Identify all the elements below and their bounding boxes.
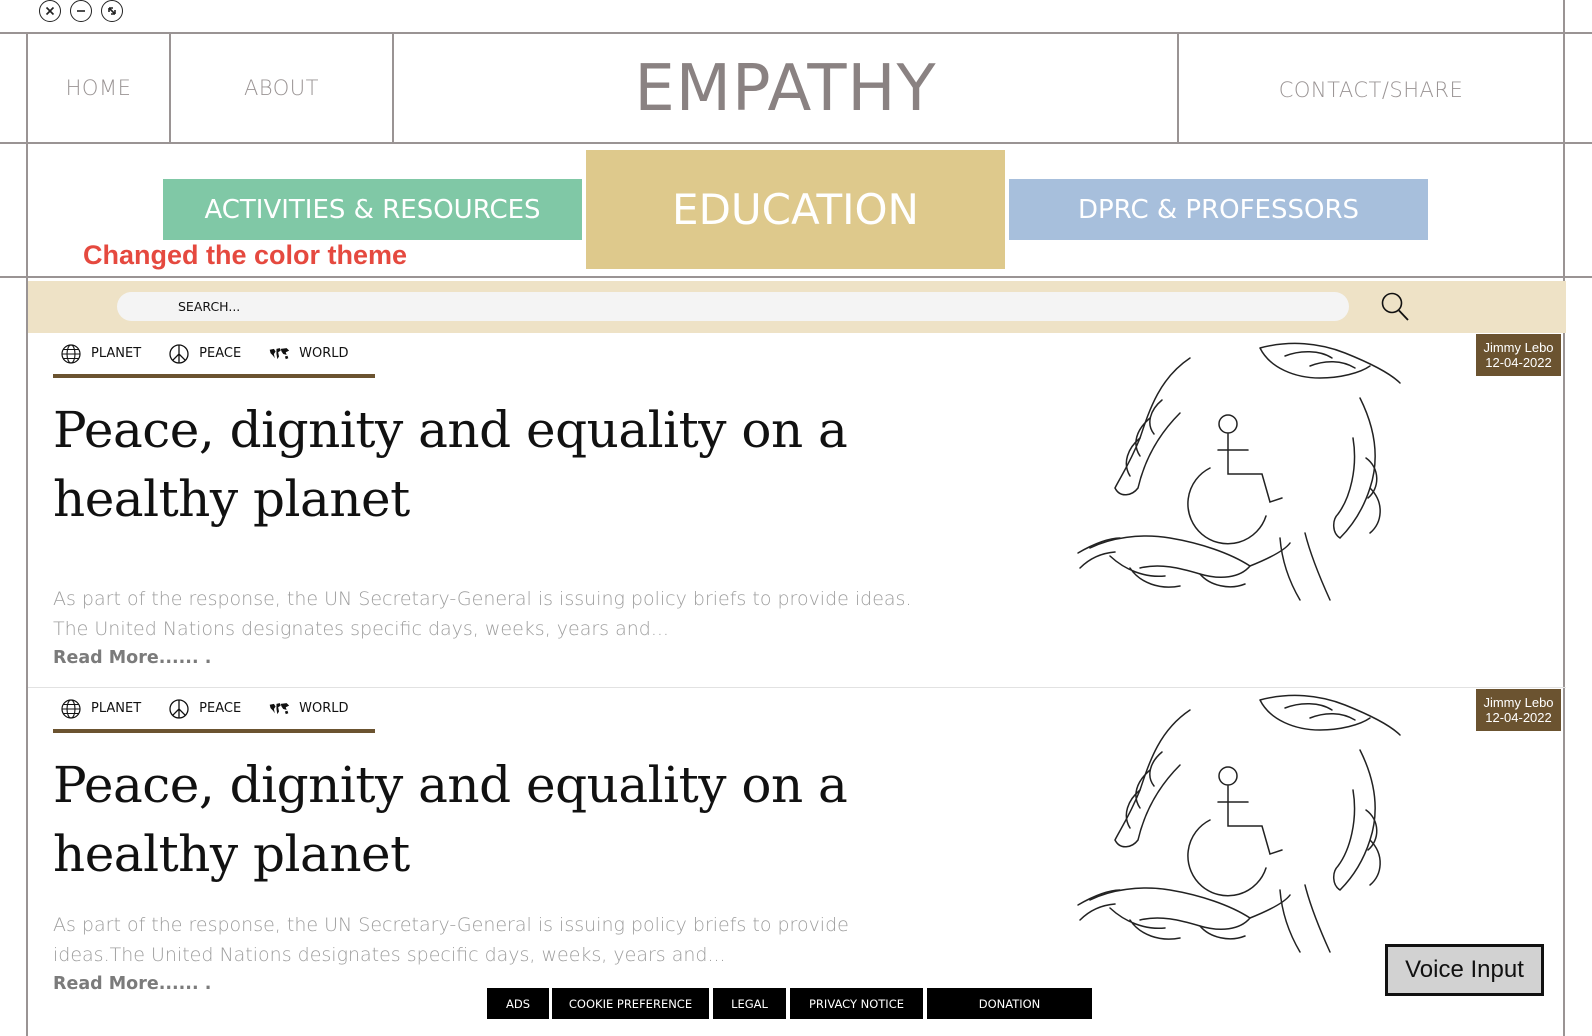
read-more-link[interactable]: Read More...... . <box>53 974 211 994</box>
article-tags: PLANET PEACE WORLD <box>53 333 375 378</box>
tag-peace[interactable]: PEACE <box>168 343 241 365</box>
header-bottom-border <box>0 142 1592 144</box>
tag-peace[interactable]: PEACE <box>168 698 241 720</box>
tag-world[interactable]: WORLD <box>268 698 349 720</box>
search-icon <box>1381 292 1409 321</box>
read-more-link[interactable]: Read More...... . <box>53 648 211 668</box>
tag-label: PEACE <box>199 701 242 716</box>
article-excerpt: As part of the response, the UN Secretar… <box>53 588 912 640</box>
footer-cookie-link[interactable]: COOKIE PREFERENCE <box>552 988 709 1019</box>
tag-world[interactable]: WORLD <box>268 343 349 365</box>
peace-icon <box>169 698 189 719</box>
annotation-note: Changed the color theme <box>83 240 408 270</box>
tab-education[interactable]: EDUCATION <box>586 150 1005 269</box>
publish-date: 12-04-2022 <box>1485 710 1552 725</box>
close-icon <box>45 6 55 16</box>
footer-ads-link[interactable]: ADS <box>487 988 549 1019</box>
author-name: Jimmy Lebo <box>1483 695 1554 710</box>
window-maximize-button[interactable] <box>101 0 123 22</box>
nav-contact-link[interactable]: CONTACT/SHARE <box>1179 78 1563 102</box>
page-right-border <box>1563 0 1565 1036</box>
search-input[interactable] <box>117 292 1349 321</box>
tab-activities-resources[interactable]: ACTIVITIES & RESOURCES <box>163 179 582 240</box>
article-excerpt: As part of the response, the UN Secretar… <box>53 914 849 966</box>
tab-education-label: EDUCATION <box>672 185 919 234</box>
globe-icon <box>61 698 81 719</box>
tag-label: WORLD <box>299 701 349 716</box>
world-map-icon <box>269 347 290 359</box>
brand-logo[interactable]: EMPATHY <box>394 52 1177 126</box>
accessibility-hands-illustration <box>1077 694 1401 953</box>
category-bottom-border <box>0 276 1592 278</box>
tag-label: PLANET <box>91 346 142 361</box>
tab-activities-label: ACTIVITIES & RESOURCES <box>204 194 541 225</box>
tag-label: PLANET <box>91 701 142 716</box>
tag-label: WORLD <box>299 346 349 361</box>
nav-about-link[interactable]: ABOUT <box>171 76 392 100</box>
tag-planet[interactable]: PLANET <box>60 698 141 720</box>
header-top-border <box>0 32 1592 34</box>
nav-home-link[interactable]: HOME <box>28 76 169 100</box>
article-title[interactable]: Peace, dignity and equality on a healthy… <box>53 396 953 534</box>
author-badge: Jimmy Lebo 12-04-2022 <box>1476 334 1561 376</box>
publish-date: 12-04-2022 <box>1485 355 1552 370</box>
window-minimize-button[interactable] <box>70 0 92 22</box>
accessibility-hands-illustration <box>1077 342 1401 601</box>
tab-dprc-professors[interactable]: DPRC & PROFESSORS <box>1009 179 1428 240</box>
author-name: Jimmy Lebo <box>1483 340 1554 355</box>
peace-icon <box>169 343 189 364</box>
footer-privacy-link[interactable]: PRIVACY NOTICE <box>790 988 923 1019</box>
footer-donation-link[interactable]: DONATION <box>927 988 1092 1019</box>
tag-label: PEACE <box>199 346 242 361</box>
world-map-icon <box>269 702 290 714</box>
globe-icon <box>61 343 81 364</box>
window-close-button[interactable] <box>39 0 61 22</box>
voice-input-button[interactable]: Voice Input <box>1385 944 1544 996</box>
search-button[interactable] <box>1380 291 1410 323</box>
maximize-icon <box>108 7 116 15</box>
author-badge: Jimmy Lebo 12-04-2022 <box>1476 689 1561 731</box>
footer-legal-link[interactable]: LEGAL <box>713 988 786 1019</box>
tab-dprc-label: DPRC & PROFESSORS <box>1077 194 1360 225</box>
tag-planet[interactable]: PLANET <box>60 343 141 365</box>
minimize-icon <box>77 10 85 12</box>
article-title[interactable]: Peace, dignity and equality on a healthy… <box>53 751 953 889</box>
page-left-border <box>26 32 28 1036</box>
article-tags: PLANET PEACE WORLD <box>53 688 375 733</box>
